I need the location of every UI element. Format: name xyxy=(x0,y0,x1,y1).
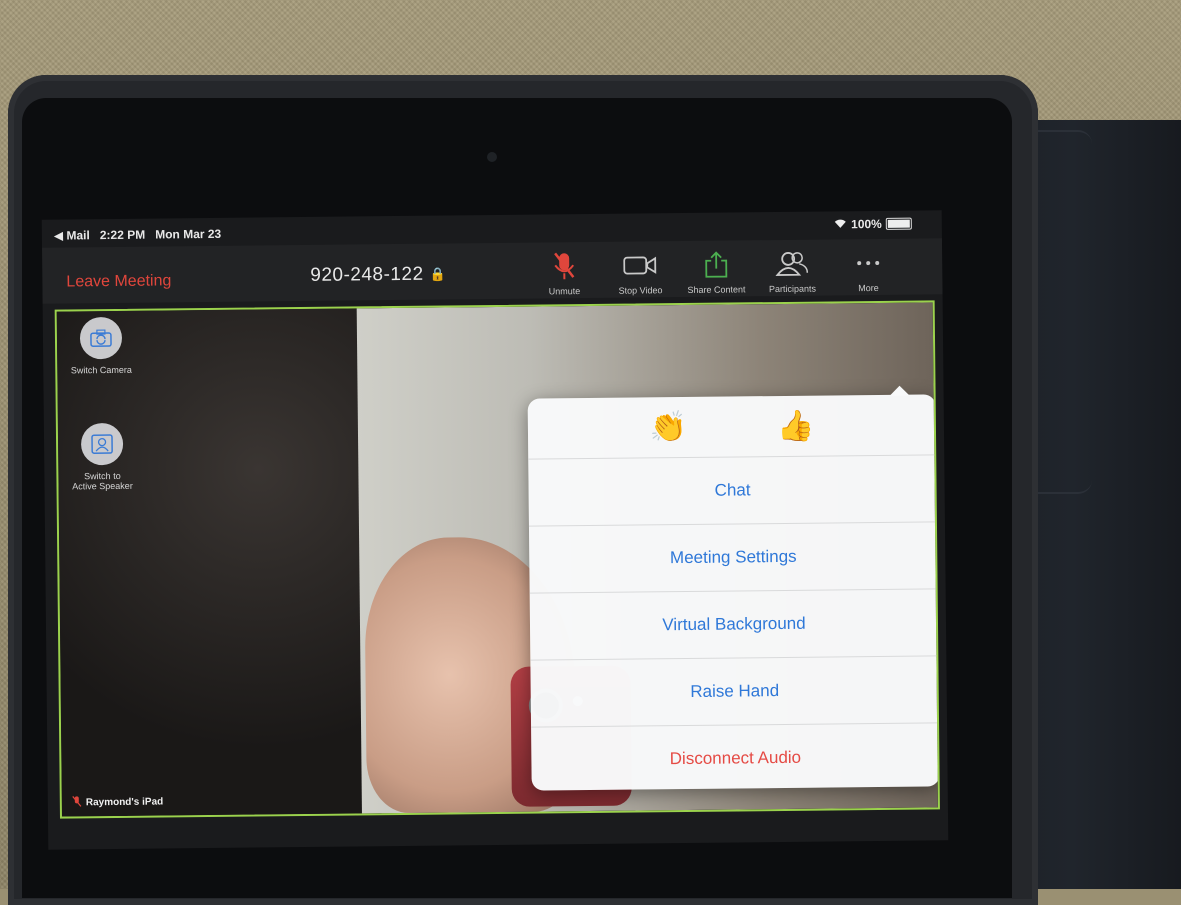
menu-meeting-settings[interactable]: Meeting Settings xyxy=(529,522,938,593)
status-right: 100% xyxy=(834,217,912,232)
meeting-id-display[interactable]: 920-248-122 🔒 xyxy=(310,263,446,286)
battery-icon xyxy=(886,218,912,230)
switch-speaker-label-2: Active Speaker xyxy=(66,481,138,492)
unmute-label: Unmute xyxy=(522,286,606,297)
zoom-screen: ◀ Mail 2:22 PM Mon Mar 23 100% Leave Mee… xyxy=(42,210,949,849)
participants-button[interactable]: Participants xyxy=(750,247,834,294)
wifi-icon xyxy=(834,217,847,231)
video-stage: Switch Camera Switch to Active Speaker R… xyxy=(55,300,940,818)
unmute-button[interactable]: Unmute xyxy=(522,250,606,297)
thumbs-up-reaction-icon[interactable]: 👍 xyxy=(777,408,815,443)
camera-switch-icon xyxy=(80,317,122,359)
reactions-row: 👏 👍 xyxy=(528,394,937,459)
menu-virtual-background[interactable]: Virtual Background xyxy=(530,589,939,660)
share-upload-icon xyxy=(674,248,758,281)
meeting-toolbar: Leave Meeting 920-248-122 🔒 Unmute xyxy=(42,238,943,303)
switch-active-speaker-button[interactable]: Switch to Active Speaker xyxy=(66,423,139,492)
more-button[interactable]: More xyxy=(826,247,910,294)
participants-label: Participants xyxy=(750,283,834,294)
stop-video-button[interactable]: Stop Video xyxy=(598,249,682,296)
menu-raise-hand[interactable]: Raise Hand xyxy=(530,656,939,727)
meeting-id-text: 920-248-122 xyxy=(310,264,423,287)
share-content-label: Share Content xyxy=(674,284,758,295)
status-left: ◀ Mail 2:22 PM Mon Mar 23 xyxy=(54,227,221,243)
more-dots-icon xyxy=(826,247,910,280)
back-to-mail[interactable]: ◀ Mail xyxy=(54,228,90,242)
status-date: Mon Mar 23 xyxy=(155,227,221,242)
muted-mic-small-icon xyxy=(72,795,82,810)
status-time: 2:22 PM xyxy=(100,228,146,242)
switch-camera-label: Switch Camera xyxy=(65,365,137,376)
active-speaker-icon xyxy=(81,423,123,465)
camera-feed-dark xyxy=(57,308,362,816)
muted-mic-icon xyxy=(522,250,606,283)
menu-chat[interactable]: Chat xyxy=(528,455,937,526)
lock-icon: 🔒 xyxy=(430,266,447,282)
menu-disconnect-audio[interactable]: Disconnect Audio xyxy=(531,723,940,793)
clap-reaction-icon[interactable]: 👏 xyxy=(649,409,687,444)
front-camera xyxy=(487,152,497,162)
share-content-button[interactable]: Share Content xyxy=(674,248,758,295)
more-menu-popover: 👏 👍 Chat Meeting Settings Virtual Backgr… xyxy=(528,394,940,790)
stop-video-label: Stop Video xyxy=(598,285,682,296)
participant-name: Raymond's iPad xyxy=(86,796,164,808)
participants-icon xyxy=(750,247,834,280)
leave-meeting-button[interactable]: Leave Meeting xyxy=(66,272,171,291)
more-label: More xyxy=(826,283,910,294)
switch-camera-button[interactable]: Switch Camera xyxy=(65,317,138,376)
participant-name-tag: Raymond's iPad xyxy=(72,794,164,810)
video-camera-icon xyxy=(598,249,682,282)
battery-percent: 100% xyxy=(851,217,882,231)
